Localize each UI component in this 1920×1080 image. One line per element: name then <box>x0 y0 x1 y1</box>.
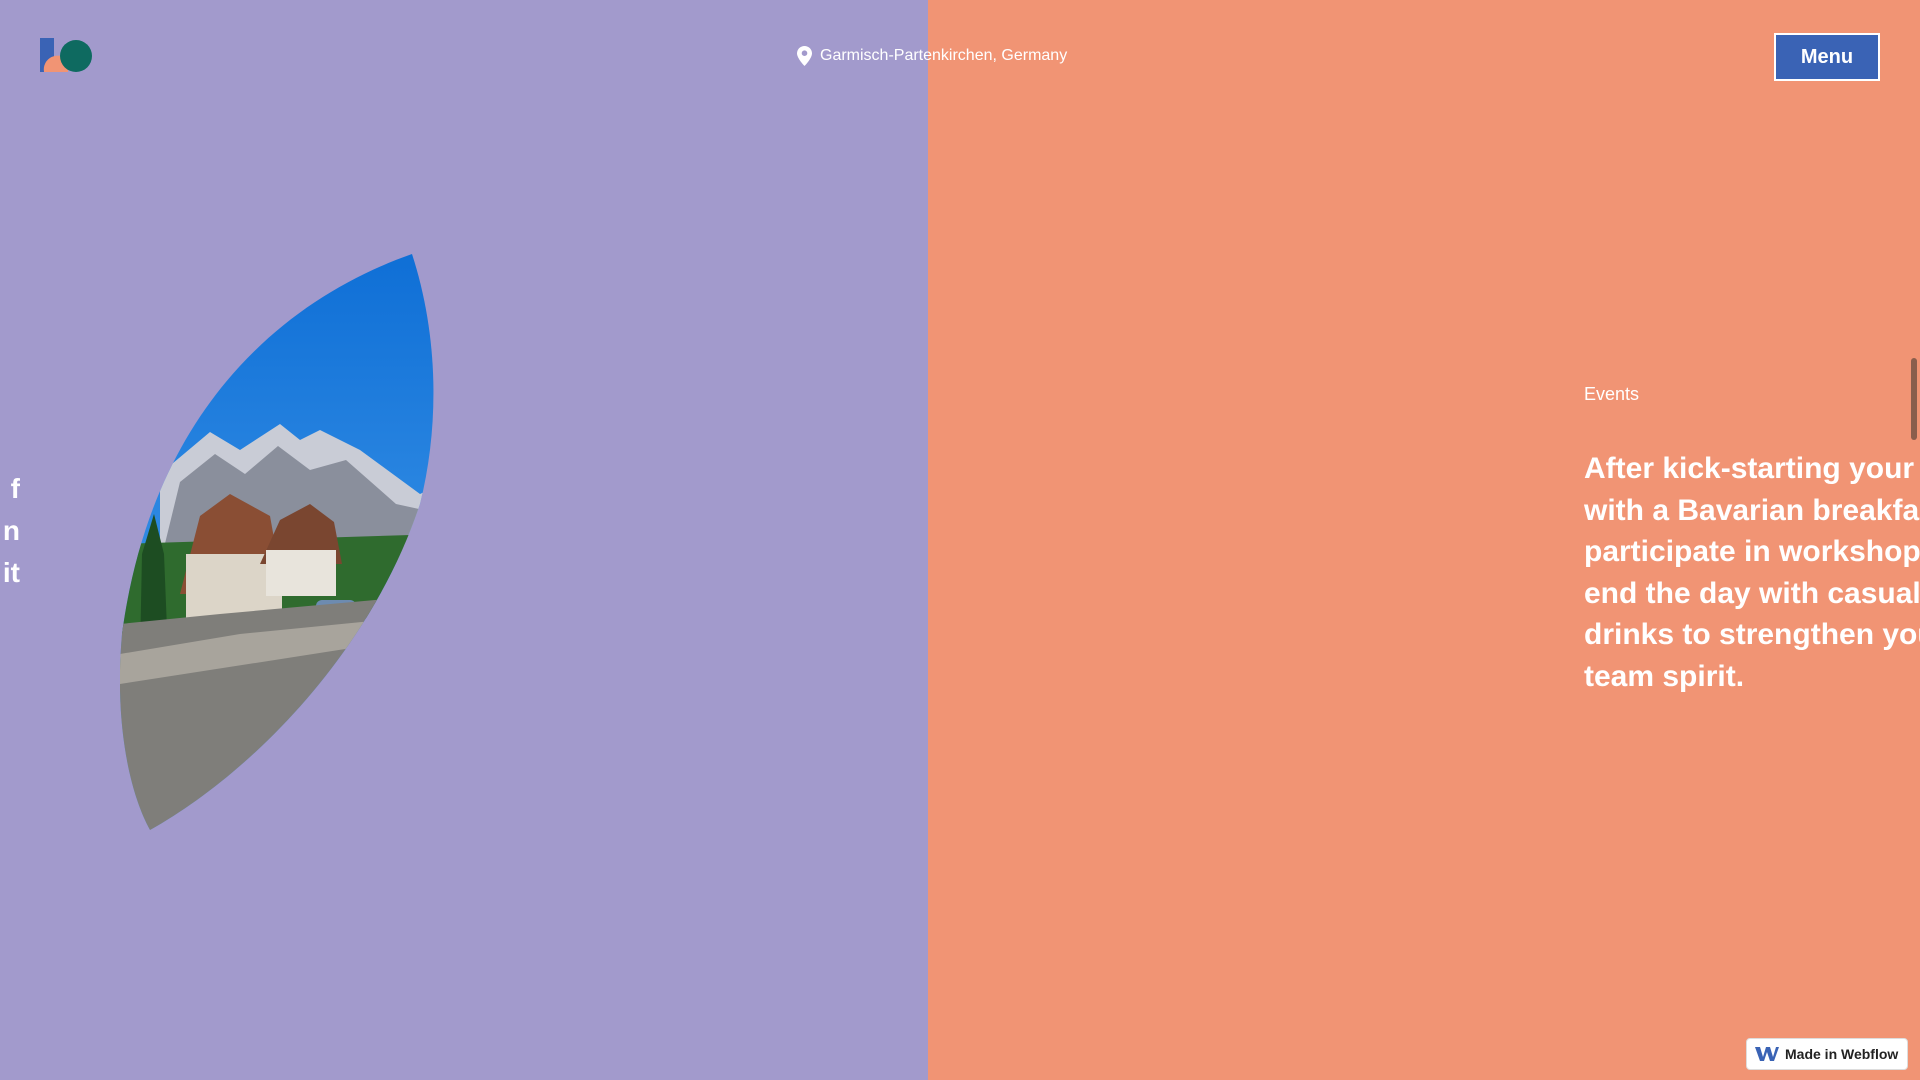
scrollbar-thumb[interactable] <box>1911 358 1917 440</box>
hero-text-line: f <box>10 473 20 504</box>
events-paragraph-container: After kick-starting your day with a Bava… <box>1584 448 1920 698</box>
hero-text-fragment: f n it <box>0 468 20 594</box>
map-pin-icon <box>797 46 812 66</box>
hero-text-line: it <box>2 557 20 588</box>
location-label: Garmisch-Partenkirchen, Germany <box>820 47 1068 64</box>
hero-text-line: n <box>2 515 20 546</box>
events-paragraph: After kick-starting your day with a Bava… <box>1584 452 1920 693</box>
menu-button[interactable]: Menu <box>1774 33 1880 81</box>
made-in-webflow-badge[interactable]: Made in Webflow <box>1746 1038 1908 1070</box>
location-indicator: Garmisch-Partenkirchen, Germany <box>797 46 1067 66</box>
webflow-badge-label: Made in Webflow <box>1785 1046 1899 1062</box>
brand-logo[interactable] <box>40 38 92 74</box>
section-eyebrow: Events <box>1584 384 1640 404</box>
alpine-village-photo <box>120 254 442 830</box>
webflow-icon <box>1755 1047 1779 1061</box>
